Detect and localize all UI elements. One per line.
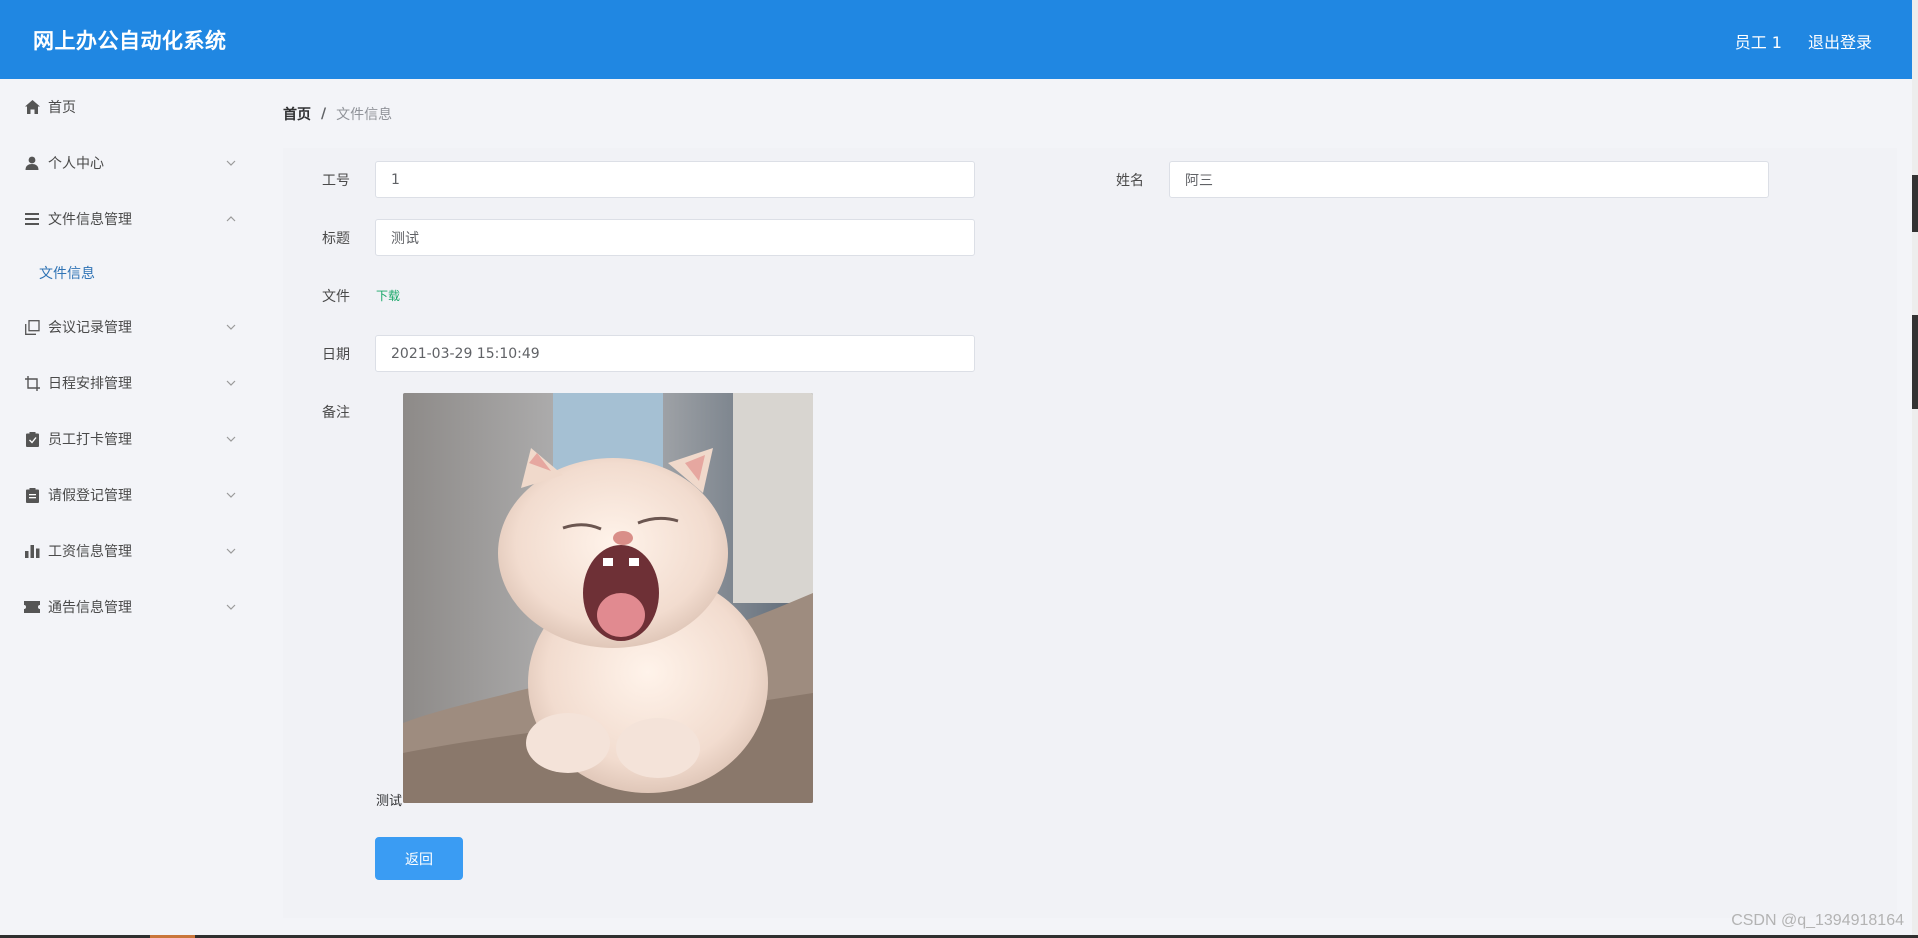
sidebar-item-label: 通告信息管理 [48, 600, 132, 616]
sidebar-item-file-management[interactable]: 文件信息管理 [0, 191, 258, 247]
sidebar-item-label: 会议记录管理 [48, 320, 132, 336]
scrollbar-thumb[interactable] [1912, 175, 1918, 232]
breadcrumb-home[interactable]: 首页 [283, 104, 311, 124]
window-right-edge [1912, 0, 1918, 938]
top-header: 网上办公自动化系统 员工 1 退出登录 [0, 0, 1912, 79]
bar-chart-icon [24, 543, 40, 559]
title-label: 标题 [322, 231, 350, 247]
name-label: 姓名 [1116, 173, 1144, 189]
ticket-icon [24, 599, 40, 615]
sidebar-item-label: 个人中心 [48, 156, 104, 172]
chevron-down-icon [226, 548, 236, 554]
sidebar-item-label: 首页 [48, 100, 76, 116]
sidebar-item-attendance-management[interactable]: 员工打卡管理 [0, 411, 258, 467]
back-button[interactable]: 返回 [375, 837, 463, 880]
chevron-down-icon [226, 324, 236, 330]
download-link[interactable]: 下载 [376, 287, 400, 304]
breadcrumb-separator: / [321, 106, 327, 122]
note-label: 备注 [322, 405, 350, 421]
app-title: 网上办公自动化系统 [33, 29, 227, 53]
sidebar: 首页 个人中心 文件信息管理 文件信息 会议记录管理 日程安排管理 员工打卡管理… [0, 79, 258, 938]
list-icon [24, 211, 40, 227]
sidebar-item-label: 员工打卡管理 [48, 432, 132, 448]
home-icon [24, 99, 40, 115]
chevron-down-icon [226, 492, 236, 498]
clipboard-icon [24, 487, 40, 503]
detail-form-card: 工号 1 姓名 阿三 标题 测试 文件 下载 日期 2021-03-29 15:… [283, 148, 1897, 918]
sidebar-item-personal-center[interactable]: 个人中心 [0, 135, 258, 191]
sidebar-item-salary-management[interactable]: 工资信息管理 [0, 523, 258, 579]
main-content: 首页 / 文件信息 工号 1 姓名 阿三 标题 测试 文件 下载 日期 2021… [258, 79, 1912, 938]
employee-id-label: 工号 [322, 173, 350, 189]
sidebar-item-label: 文件信息管理 [48, 212, 132, 228]
sidebar-item-label: 日程安排管理 [48, 376, 132, 392]
sidebar-subitem-file-info[interactable]: 文件信息 [0, 247, 258, 299]
crop-icon [24, 375, 40, 391]
watermark: CSDN @q_1394918164 [1731, 912, 1904, 929]
breadcrumb-current: 文件信息 [336, 107, 393, 123]
chevron-up-icon [226, 216, 236, 222]
chevron-down-icon [226, 380, 236, 386]
sidebar-item-home[interactable]: 首页 [0, 79, 258, 135]
name-field[interactable]: 阿三 [1169, 161, 1769, 198]
header-actions: 员工 1 退出登录 [1735, 29, 1872, 53]
chevron-down-icon [226, 160, 236, 166]
title-field[interactable]: 测试 [375, 219, 975, 256]
chevron-down-icon [226, 436, 236, 442]
sidebar-item-schedule-management[interactable]: 日程安排管理 [0, 355, 258, 411]
sidebar-item-notice-management[interactable]: 通告信息管理 [0, 579, 258, 635]
sidebar-item-label: 请假登记管理 [48, 488, 132, 504]
sidebar-item-label: 工资信息管理 [48, 544, 132, 560]
app-window: 网上办公自动化系统 员工 1 退出登录 首页 个人中心 文件信息管理 文件信息 … [0, 0, 1918, 938]
employee-id-field[interactable]: 1 [375, 161, 975, 198]
user-icon [24, 155, 40, 171]
note-cat-image [403, 393, 813, 803]
sidebar-item-leave-management[interactable]: 请假登记管理 [0, 467, 258, 523]
date-field[interactable]: 2021-03-29 15:10:49 [375, 335, 975, 372]
current-user: 员工 1 [1734, 33, 1782, 52]
scrollbar-thumb-secondary[interactable] [1912, 315, 1918, 409]
logout-button[interactable]: 退出登录 [1808, 29, 1872, 53]
clipboard-check-icon [24, 431, 40, 447]
breadcrumb: 首页 / 文件信息 [283, 104, 392, 124]
copy-icon [24, 319, 40, 335]
chevron-down-icon [226, 604, 236, 610]
note-text: 测试 [376, 794, 403, 809]
sidebar-item-meeting-management[interactable]: 会议记录管理 [0, 299, 258, 355]
file-label: 文件 [322, 289, 350, 305]
date-label: 日期 [322, 347, 350, 363]
